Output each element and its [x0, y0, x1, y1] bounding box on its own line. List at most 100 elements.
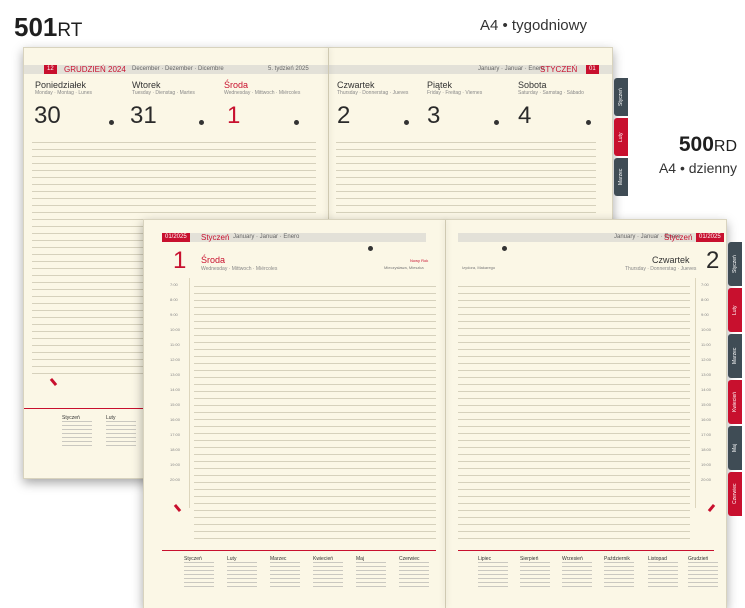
- product-code-501rt: 501RT: [14, 12, 82, 43]
- footer-rule: [458, 550, 714, 551]
- day-subtitle: Thursday · Donnerstag · Jueves: [625, 266, 697, 272]
- tab-luty[interactable]: Luty: [728, 288, 742, 332]
- tab-label: Czerwiec: [732, 483, 738, 505]
- mini-calendar: Styczeń: [62, 416, 92, 447]
- tab-styczen[interactable]: Styczeń: [728, 242, 742, 286]
- hour-label: 15:00: [170, 402, 181, 407]
- tab-marzec[interactable]: Marzec: [614, 158, 628, 196]
- month-title: Styczeń: [664, 233, 693, 242]
- moon-phase-icon: [109, 120, 114, 125]
- hour-column: 7:00 8:00 9:00 10:00 11:00 12:00 13:00 1…: [162, 278, 190, 508]
- mini-calendar-grid: [520, 562, 550, 588]
- day-subtitle: Friday · Freitag · Viernes: [427, 90, 483, 96]
- tab-kwiecien[interactable]: Kwiecień: [728, 380, 742, 424]
- mini-calendar: Luty: [227, 557, 257, 588]
- hour-label: 9:00: [701, 312, 709, 317]
- month-chip: 01/2025: [696, 233, 724, 242]
- mini-calendar-grid: [106, 421, 136, 447]
- product-code-500rd: 500RD: [679, 133, 737, 157]
- mini-calendar: Luty: [106, 416, 136, 447]
- moon-phase-icon: [368, 246, 373, 251]
- month-number-chip: 12: [44, 65, 57, 74]
- hour-label: 12:00: [170, 357, 181, 362]
- mini-calendar-grid: [399, 562, 429, 588]
- hour-label: 16:00: [170, 417, 181, 422]
- day-number: 31: [130, 102, 157, 129]
- tab-marzec[interactable]: Marzec: [728, 334, 742, 378]
- mini-calendar-grid: [227, 562, 257, 588]
- day-name: Sobota: [518, 80, 547, 90]
- bookmark-ribbon: [49, 377, 58, 387]
- moon-phase-icon: [502, 246, 507, 251]
- hour-label: 17:00: [170, 432, 181, 437]
- month-chip: 01/2025: [162, 233, 190, 242]
- moon-phase-icon: [294, 120, 299, 125]
- month-title-right: STYCZEŃ: [540, 65, 578, 74]
- mini-calendar-grid: [313, 562, 343, 588]
- tab-maj[interactable]: Maj: [728, 426, 742, 470]
- hour-column: 7:00 8:00 9:00 10:00 11:00 12:00 13:00 1…: [695, 278, 717, 508]
- product-suffix: RT: [57, 20, 83, 41]
- day-number: 4: [518, 102, 532, 129]
- day-subtitle: Saturday · Samstag · Sábado: [518, 90, 584, 96]
- mini-calendar: Styczeń: [184, 557, 214, 588]
- ruled-lines: [194, 280, 436, 540]
- hour-label: 13:00: [701, 372, 712, 377]
- day-name: Piątek: [427, 80, 453, 90]
- mini-calendar: Grudzień: [688, 557, 718, 588]
- day-number: 2: [706, 247, 720, 274]
- day-subtitle: Monday · Montag · Lunes: [35, 90, 92, 96]
- tab-label: Styczeń: [732, 255, 738, 273]
- hour-label: 11:00: [170, 342, 180, 347]
- day-name: Czwartek: [337, 80, 375, 90]
- ruled-lines: [458, 280, 690, 540]
- day-number: 2: [337, 102, 351, 129]
- hour-label: 8:00: [701, 297, 709, 302]
- mini-calendar-grid: [562, 562, 592, 588]
- day-number: 3: [427, 102, 441, 129]
- spine: [445, 220, 446, 608]
- day-name: Środa: [201, 255, 226, 265]
- hour-label: 10:00: [701, 327, 712, 332]
- month-number-chip-right: 01: [586, 65, 599, 74]
- product-suffix: RD: [713, 138, 737, 155]
- day-name: Czwartek: [652, 255, 690, 265]
- hour-label: 10:00: [170, 327, 181, 332]
- mini-calendar-grid: [688, 562, 718, 588]
- mini-calendar-grid: [648, 562, 678, 588]
- mini-calendar-grid: [270, 562, 300, 588]
- product-format-weekly: A4 • tygodniowy: [480, 17, 587, 34]
- day-name: Wtorek: [132, 80, 161, 90]
- tab-label: Marzec: [732, 347, 738, 365]
- hour-label: 20:00: [701, 477, 712, 482]
- hour-label: 15:00: [701, 402, 712, 407]
- mini-calendar-grid: [62, 421, 92, 447]
- name-day-note: Mieczysława, Mieszka: [384, 265, 424, 270]
- month-translations-right: January · Januar · Enero: [478, 66, 545, 72]
- tab-czerwiec[interactable]: Czerwiec: [728, 472, 742, 516]
- mini-calendar: Październik: [604, 557, 634, 588]
- day-subtitle: Wednesday · Mittwoch · Miércoles: [201, 266, 278, 272]
- mini-calendar: Marzec: [270, 557, 300, 588]
- mini-calendar: Sierpień: [520, 557, 550, 588]
- mini-calendar-grid: [356, 562, 386, 588]
- tab-luty[interactable]: Luty: [614, 118, 628, 156]
- day-subtitle: Thursday · Donnerstag · Jueves: [337, 90, 409, 96]
- tab-styczen[interactable]: Styczeń: [614, 78, 628, 116]
- hour-label: 14:00: [170, 387, 181, 392]
- mini-calendar-grid: [184, 562, 214, 588]
- product-number: 500: [678, 133, 714, 156]
- mini-calendar: Wrzesień: [562, 557, 592, 588]
- tab-label: Kwiecień: [732, 392, 738, 413]
- hour-label: 20:00: [170, 477, 181, 482]
- hour-label: 8:00: [170, 297, 178, 302]
- name-day-note: Izydora, Makarego: [462, 265, 496, 270]
- mini-calendar-grid: [478, 562, 508, 588]
- moon-phase-icon: [494, 120, 499, 125]
- month-tabs: Styczeń Luty Marzec Kwiecień Maj Czerwie…: [728, 242, 742, 532]
- day-number: 1: [227, 102, 241, 129]
- tab-label: Luty: [732, 305, 738, 315]
- hour-label: 16:00: [701, 417, 712, 422]
- day-number: 30: [34, 102, 61, 129]
- tab-label: Maj: [732, 443, 738, 453]
